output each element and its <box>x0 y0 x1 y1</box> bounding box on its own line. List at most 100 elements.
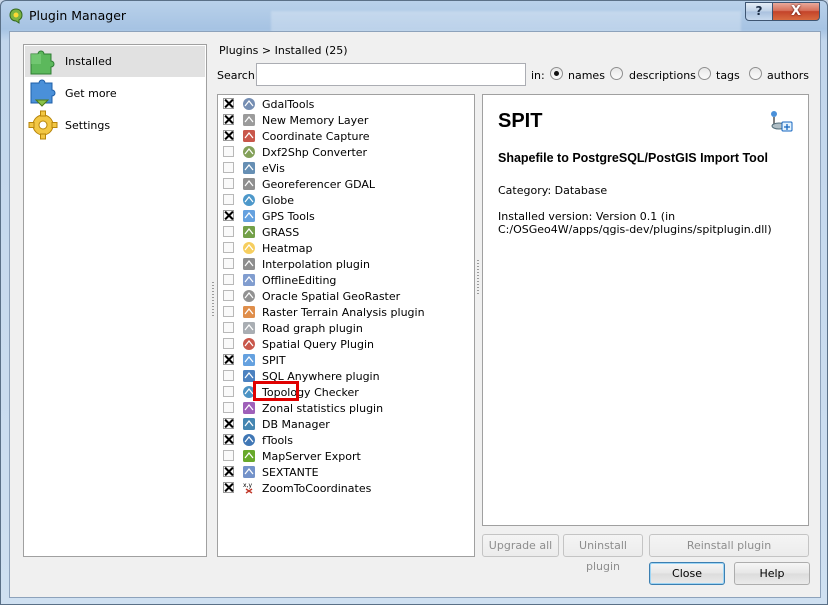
close-button[interactable]: Close <box>649 562 725 585</box>
plugin-checkbox[interactable] <box>223 434 234 445</box>
plugin-row[interactable]: GPS Tools <box>218 208 474 224</box>
plugin-category: Category: Database <box>498 184 608 197</box>
plugin-row[interactable]: Heatmap <box>218 240 474 256</box>
plugin-row[interactable]: Dxf2Shp Converter <box>218 144 474 160</box>
icon-text: x,y <box>243 482 252 489</box>
search-input[interactable] <box>256 63 526 86</box>
plugin-row[interactable]: x,y ZoomToCoordinates <box>218 480 474 496</box>
plugin-row[interactable]: Oracle Spatial GeoRaster <box>218 288 474 304</box>
plugin-name: Interpolation plugin <box>262 258 370 271</box>
plugin-name: SEXTANTE <box>262 466 319 479</box>
plugin-checkbox[interactable] <box>223 226 234 237</box>
plugin-row[interactable]: SEXTANTE <box>218 464 474 480</box>
plugin-row[interactable]: Globe <box>218 192 474 208</box>
sql-anywhere-icon <box>243 370 255 382</box>
spit-plugin-icon <box>771 111 793 132</box>
plugin-checkbox[interactable] <box>223 354 234 365</box>
plugin-checkbox[interactable] <box>223 386 234 397</box>
puzzle-green-icon <box>30 50 55 75</box>
nav-item-get-more[interactable]: Get more <box>25 78 205 109</box>
window-title: Plugin Manager <box>29 8 127 23</box>
plugin-checkbox[interactable] <box>223 418 234 429</box>
plugin-checkbox[interactable] <box>223 162 234 173</box>
plugin-checkbox[interactable] <box>223 194 234 205</box>
plugin-name: GPS Tools <box>262 210 315 223</box>
plugin-row[interactable]: SPIT <box>218 352 474 368</box>
plugin-name: Coordinate Capture <box>262 130 370 143</box>
plugin-checkbox[interactable] <box>223 450 234 461</box>
plugin-row[interactable]: Georeferencer GDAL <box>218 176 474 192</box>
plugin-checkbox[interactable] <box>223 290 234 301</box>
plugin-checkbox[interactable] <box>223 114 234 125</box>
plugin-row[interactable]: Spatial Query Plugin <box>218 336 474 352</box>
plugin-list: GdalTools New Memory Layer Coordinate Capt… <box>217 94 475 557</box>
memory-layer-icon <box>243 114 255 126</box>
plugin-row[interactable]: Interpolation plugin <box>218 256 474 272</box>
plugin-checkbox[interactable] <box>223 210 234 221</box>
radio-descriptions[interactable] <box>610 67 623 80</box>
background-window-strip <box>271 11 741 33</box>
plugin-row[interactable]: SQL Anywhere plugin <box>218 368 474 384</box>
grass-icon <box>243 226 255 238</box>
plugin-checkbox[interactable] <box>223 370 234 381</box>
terrain-icon <box>243 306 255 318</box>
nav-item-label: Installed <box>65 55 112 68</box>
radio-authors[interactable] <box>749 67 762 80</box>
plugin-checkbox[interactable] <box>223 146 234 157</box>
plugin-row[interactable]: eVis <box>218 160 474 176</box>
plugin-row[interactable]: New Memory Layer <box>218 112 474 128</box>
plugin-row[interactable]: MapServer Export <box>218 448 474 464</box>
upgrade-all-button[interactable]: Upgrade all <box>482 534 559 557</box>
splitter-handle[interactable] <box>477 260 479 296</box>
nav-item-installed[interactable]: Installed <box>25 46 205 77</box>
radio-names-label: names <box>568 69 605 82</box>
plugin-checkbox[interactable] <box>223 338 234 349</box>
plugin-checkbox[interactable] <box>223 178 234 189</box>
help-button[interactable]: Help <box>734 562 810 585</box>
plugin-row[interactable]: Topology Checker <box>218 384 474 400</box>
plugin-details: SPIT Shapefile to PostgreSQL/PostGIS Imp… <box>482 94 809 526</box>
plugin-name: OfflineEditing <box>262 274 337 287</box>
title-close-button[interactable]: X <box>772 2 820 21</box>
globe-icon <box>243 194 255 206</box>
plugin-checkbox[interactable] <box>223 306 234 317</box>
reinstall-plugin-button[interactable]: Reinstall plugin <box>649 534 809 557</box>
plugin-row[interactable]: fTools <box>218 432 474 448</box>
topology-icon <box>243 386 255 398</box>
plugin-name: eVis <box>262 162 285 175</box>
nav-item-settings[interactable]: Settings <box>25 110 205 141</box>
plugin-checkbox[interactable] <box>223 98 234 109</box>
plugin-row[interactable]: GdalTools <box>218 96 474 112</box>
plugin-checkbox[interactable] <box>223 402 234 413</box>
plugin-row[interactable]: DB Manager <box>218 416 474 432</box>
georeferencer-icon <box>243 178 255 190</box>
plugin-row[interactable]: Raster Terrain Analysis plugin <box>218 304 474 320</box>
plugin-checkbox[interactable] <box>223 242 234 253</box>
splitter-handle-left[interactable] <box>212 282 214 318</box>
radio-names[interactable] <box>550 67 563 80</box>
plugin-row[interactable]: OfflineEditing <box>218 272 474 288</box>
plugin-checkbox[interactable] <box>223 482 234 493</box>
heatmap-icon <box>243 242 255 254</box>
gps-icon <box>243 210 255 222</box>
crosshair-icon <box>243 130 255 142</box>
plugin-row[interactable]: Zonal statistics plugin <box>218 400 474 416</box>
plugin-row[interactable]: Road graph plugin <box>218 320 474 336</box>
uninstall-plugin-button[interactable]: Uninstall plugin <box>563 534 643 573</box>
db-manager-icon <box>243 418 255 430</box>
plugin-checkbox[interactable] <box>223 322 234 333</box>
radio-authors-label: authors <box>767 69 809 82</box>
plugin-name: Road graph plugin <box>262 322 363 335</box>
dxf-convert-icon <box>243 146 255 158</box>
plugin-row[interactable]: GRASS <box>218 224 474 240</box>
plugin-checkbox[interactable] <box>223 466 234 477</box>
plugin-checkbox[interactable] <box>223 258 234 269</box>
plugin-row[interactable]: Coordinate Capture <box>218 128 474 144</box>
plugin-checkbox[interactable] <box>223 274 234 285</box>
title-bar: Plugin Manager ? X <box>1 1 827 33</box>
radio-tags[interactable] <box>698 67 711 80</box>
offline-editing-icon <box>243 274 255 286</box>
title-help-button[interactable]: ? <box>745 2 773 21</box>
plugin-checkbox[interactable] <box>223 130 234 141</box>
plugin-name: Zonal statistics plugin <box>262 402 384 415</box>
